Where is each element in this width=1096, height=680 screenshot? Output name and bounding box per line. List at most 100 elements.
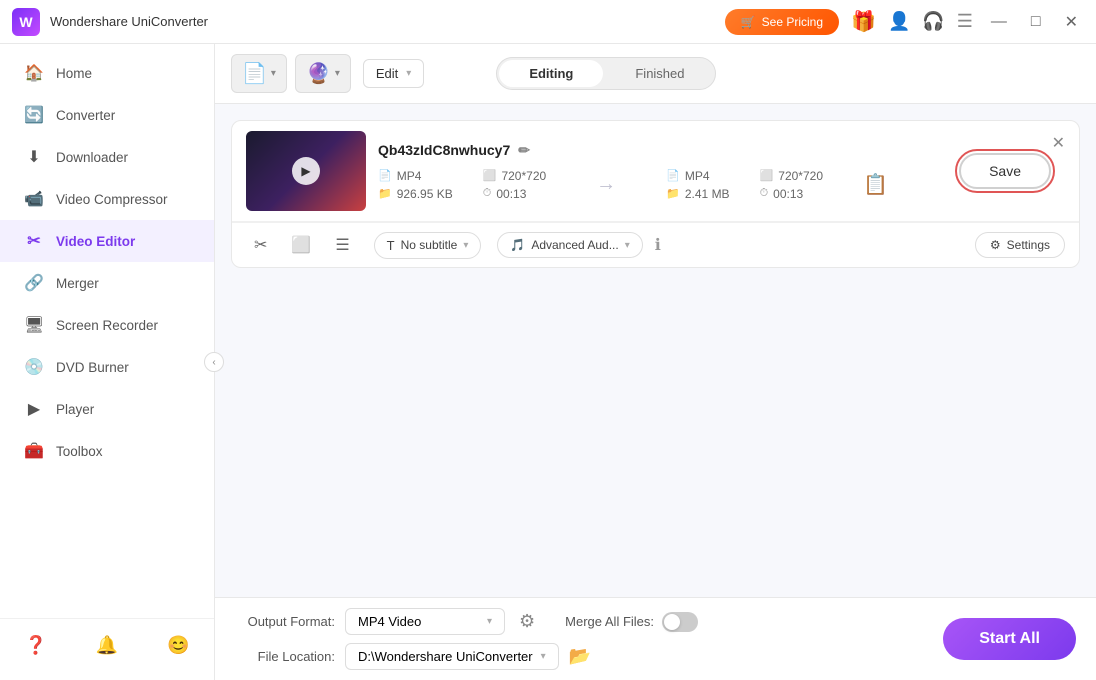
subtitle-chevron: ▾ — [463, 240, 468, 251]
sidebar-collapse-button[interactable]: ‹ — [204, 352, 224, 372]
add-video-button[interactable]: 📄 ▾ — [231, 54, 287, 93]
output-size: 2.41 MB — [685, 187, 730, 201]
see-pricing-button[interactable]: 🛒 See Pricing — [725, 9, 839, 35]
settings-icon: ⚙ — [990, 238, 1001, 252]
settings-button[interactable]: ⚙ Settings — [975, 232, 1065, 258]
sidebar-label-video-compressor: Video Compressor — [56, 192, 168, 207]
add-menu-button[interactable]: 🔮 ▾ — [295, 54, 351, 93]
sidebar-item-downloader[interactable]: ⬇ Downloader — [0, 136, 214, 178]
sidebar-label-merger: Merger — [56, 276, 99, 291]
headphone-icon[interactable]: 🎧 — [922, 11, 944, 32]
sidebar-label-screen-recorder: Screen Recorder — [56, 318, 158, 333]
video-item-header: ▶ Qb43zIdC8nwhucy7 ✏ 📄 — [232, 121, 1079, 222]
effects-button[interactable]: ☰ — [327, 231, 357, 259]
sidebar-item-video-editor[interactable]: ✂ Video Editor — [0, 220, 214, 262]
audio-chevron: ▾ — [625, 240, 630, 251]
sidebar-label-video-editor: Video Editor — [56, 234, 135, 249]
output-format-label: Output Format: — [235, 614, 335, 629]
notification-icon[interactable]: 🔔 — [90, 629, 124, 662]
arrow-section: → — [576, 173, 636, 196]
file-settings-icon[interactable]: 📋 — [863, 172, 888, 197]
browse-folder-button[interactable]: 📂 — [569, 646, 591, 667]
add-video-icon: 📄 — [242, 61, 267, 86]
output-size-item: 📁 2.41 MB — [666, 187, 729, 201]
output-format-settings-icon[interactable]: ⚙ — [519, 611, 535, 632]
sidebar-item-merger[interactable]: 🔗 Merger — [0, 262, 214, 304]
sidebar: 🏠 Home 🔄 Converter ⬇ Downloader 📹 Video … — [0, 44, 215, 680]
play-button-thumb[interactable]: ▶ — [292, 157, 320, 185]
start-all-button[interactable]: Start All — [943, 618, 1076, 660]
maximize-button[interactable]: □ — [1025, 11, 1047, 33]
save-button[interactable]: Save — [959, 153, 1051, 189]
merge-all-label: Merge All Files: — [565, 614, 654, 629]
output-meta-group: 📄 MP4 📁 2.41 MB — [666, 169, 729, 201]
settings-label: Settings — [1007, 238, 1050, 252]
location-select-chevron: ▾ — [541, 651, 546, 662]
merge-all-toggle: Merge All Files: — [565, 612, 698, 632]
gift-icon[interactable]: 🎁 — [851, 9, 876, 34]
output-resolution-item: ⬜ 720*720 — [760, 169, 823, 183]
output-format-item: 📄 MP4 — [666, 169, 729, 183]
edit-chevron: ▾ — [406, 68, 411, 79]
title-bar-left: W Wondershare UniConverter — [12, 8, 208, 36]
sidebar-item-home[interactable]: 🏠 Home — [0, 52, 214, 94]
output-format-value: MP4 Video — [358, 614, 421, 629]
user-icon[interactable]: 👤 — [888, 11, 910, 32]
sidebar-item-toolbox[interactable]: 🧰 Toolbox — [0, 430, 214, 472]
app-logo: W — [12, 8, 40, 36]
app-title: Wondershare UniConverter — [50, 14, 208, 29]
dvd-burner-icon: 💿 — [24, 357, 44, 377]
sidebar-label-toolbox: Toolbox — [56, 444, 103, 459]
thumbnail-bg: ▶ — [246, 131, 366, 211]
video-compressor-icon: 📹 — [24, 189, 44, 209]
help-icon[interactable]: ❓ — [18, 629, 52, 662]
format-select-chevron: ▾ — [487, 616, 492, 627]
output-format: MP4 — [685, 169, 710, 183]
output-format-row: Output Format: MP4 Video ▾ ⚙ Merge All F… — [235, 608, 923, 635]
feedback-icon[interactable]: 😊 — [161, 629, 195, 662]
sidebar-label-home: Home — [56, 66, 92, 81]
sidebar-label-downloader: Downloader — [56, 150, 128, 165]
toolbox-icon: 🧰 — [24, 441, 44, 461]
title-bar-right: 🛒 See Pricing 🎁 👤 🎧 ☰ — □ ✕ — [725, 9, 1084, 35]
sidebar-label-player: Player — [56, 402, 94, 417]
cut-button[interactable]: ✂ — [246, 231, 275, 259]
subtitle-dropdown[interactable]: T No subtitle ▾ — [374, 232, 482, 259]
tab-editing[interactable]: Editing — [499, 60, 603, 87]
output-meta-group2: ⬜ 720*720 ⏱ 00:13 — [760, 169, 823, 201]
video-list: ✕ ▶ Qb43zIdC8nwhucy7 ✏ — [215, 104, 1096, 597]
close-button[interactable]: ✕ — [1059, 10, 1084, 34]
video-meta: 📄 MP4 📁 926.95 KB ⬜ — [378, 169, 947, 201]
video-item: ✕ ▶ Qb43zIdC8nwhucy7 ✏ — [231, 120, 1080, 268]
minimize-button[interactable]: — — [985, 11, 1013, 33]
audio-dropdown[interactable]: 🎵 Advanced Aud... ▾ — [497, 232, 642, 258]
add-file-group: 📄 ▾ 🔮 ▾ — [231, 54, 351, 93]
close-item-button[interactable]: ✕ — [1052, 133, 1065, 153]
merge-toggle-switch[interactable] — [662, 612, 698, 632]
sidebar-bottom: ❓ 🔔 😊 — [0, 618, 214, 672]
menu-icon[interactable]: ☰ — [957, 11, 973, 32]
output-format-select[interactable]: MP4 Video ▾ — [345, 608, 505, 635]
player-icon: ▶ — [24, 399, 44, 419]
filename-edit-icon[interactable]: ✏ — [518, 142, 530, 159]
downloader-icon: ⬇ — [24, 147, 44, 167]
content-area: 📄 ▾ 🔮 ▾ Edit ▾ Editing Finished ✕ — [215, 44, 1096, 680]
file-location-value: D:\Wondershare UniConverter — [358, 649, 533, 664]
source-size-item: 📁 926.95 KB — [378, 187, 453, 201]
sidebar-item-converter[interactable]: 🔄 Converter — [0, 94, 214, 136]
file-location-select[interactable]: D:\Wondershare UniConverter ▾ — [345, 643, 559, 670]
edit-dropdown[interactable]: Edit ▾ — [363, 59, 424, 88]
subtitle-label: No subtitle — [401, 238, 458, 252]
sidebar-item-dvd-burner[interactable]: 💿 DVD Burner — [0, 346, 214, 388]
source-resolution-item: ⬜ 720*720 — [483, 169, 546, 183]
output-file-icon: 📄 — [666, 169, 680, 182]
tab-switcher: Editing Finished — [496, 57, 715, 90]
sidebar-item-screen-recorder[interactable]: 🖥 Screen Recorder — [0, 304, 214, 346]
sidebar-item-player[interactable]: ▶ Player — [0, 388, 214, 430]
crop-button[interactable]: ⬜ — [283, 231, 319, 259]
info-button[interactable]: ℹ — [651, 231, 665, 259]
video-thumbnail: ▶ — [246, 131, 366, 211]
tab-finished[interactable]: Finished — [605, 58, 714, 89]
audio-icon: 🎵 — [510, 238, 525, 252]
sidebar-item-video-compressor[interactable]: 📹 Video Compressor — [0, 178, 214, 220]
